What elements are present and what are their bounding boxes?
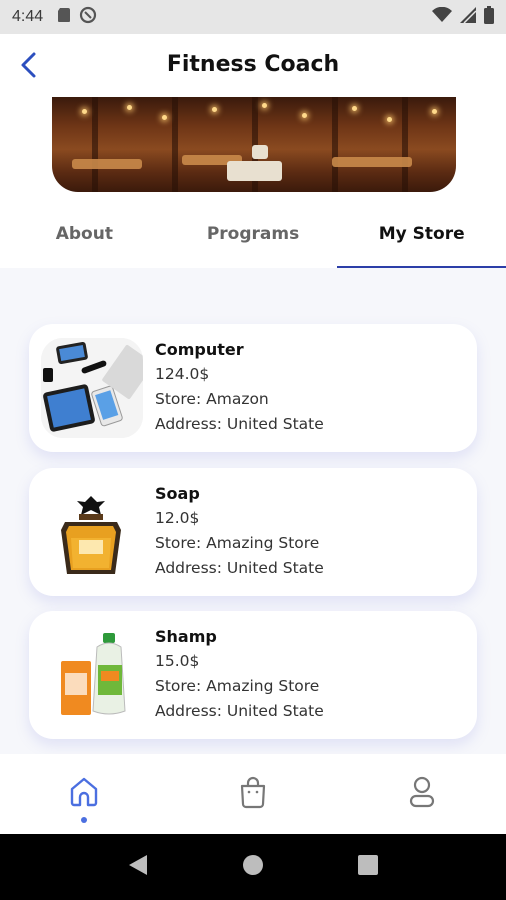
- system-back-button[interactable]: [118, 847, 158, 887]
- app-screen: 4:44 Fitness Coach About Programs My Sto…: [0, 0, 506, 900]
- nav-store[interactable]: [169, 754, 338, 834]
- system-recents-button[interactable]: [348, 847, 388, 887]
- product-info: Shamp 15.0$ Store: Amazing Store Address…: [155, 627, 324, 723]
- tab-programs[interactable]: Programs: [169, 200, 338, 268]
- product-info: Soap 12.0$ Store: Amazing Store Address:…: [155, 484, 324, 580]
- signal-icon: [460, 7, 477, 27]
- product-name: Soap: [155, 484, 200, 503]
- nav-profile[interactable]: [337, 754, 506, 834]
- status-right-icons: [432, 6, 494, 28]
- bottom-navigation: [0, 754, 506, 834]
- product-price: 124.0$: [155, 365, 210, 383]
- status-left-icons: [57, 6, 97, 28]
- product-store: Store: Amazing Store: [155, 677, 320, 695]
- data-saver-icon: [79, 6, 97, 28]
- product-info: Computer 124.0$ Store: Amazon Address: U…: [155, 340, 324, 436]
- page-title: Fitness Coach: [166, 52, 340, 77]
- tab-about[interactable]: About: [0, 200, 169, 268]
- app-header: Fitness Coach: [0, 34, 506, 98]
- product-card[interactable]: Soap 12.0$ Store: Amazing Store Address:…: [29, 468, 477, 596]
- tab-my-store[interactable]: My Store: [337, 200, 506, 268]
- product-price: 12.0$: [155, 509, 200, 527]
- product-address: Address: United State: [155, 702, 324, 720]
- system-home-button[interactable]: [233, 847, 273, 887]
- store-product-list: Computer 124.0$ Store: Amazon Address: U…: [0, 268, 506, 754]
- status-bar: 4:44: [0, 0, 506, 34]
- active-indicator-dot: [81, 817, 88, 823]
- devices-image: [41, 338, 143, 438]
- sd-card-icon: [57, 7, 71, 27]
- product-name: Shamp: [155, 627, 217, 646]
- product-card[interactable]: Computer 124.0$ Store: Amazon Address: U…: [29, 324, 477, 452]
- profile-icon: [408, 775, 436, 813]
- product-store: Store: Amazon: [155, 390, 269, 408]
- nav-home[interactable]: [0, 754, 169, 834]
- product-address: Address: United State: [155, 415, 324, 433]
- wifi-icon: [432, 6, 452, 27]
- battery-icon: [484, 6, 494, 28]
- home-circle-icon: [242, 854, 264, 880]
- home-icon: [67, 775, 101, 813]
- tab-bar: About Programs My Store: [0, 200, 506, 268]
- banner-image: [52, 97, 456, 192]
- product-card[interactable]: Shamp 15.0$ Store: Amazing Store Address…: [29, 611, 477, 739]
- perfume-bottle-image: [41, 482, 143, 582]
- status-time: 4:44: [12, 8, 44, 25]
- shopping-bag-icon: [237, 775, 269, 813]
- product-store: Store: Amazing Store: [155, 534, 320, 552]
- product-price: 15.0$: [155, 652, 200, 670]
- product-name: Computer: [155, 340, 244, 359]
- system-navigation-bar: [0, 834, 506, 900]
- back-triangle-icon: [127, 853, 149, 881]
- shampoo-bottle-image: [41, 625, 143, 725]
- product-address: Address: United State: [155, 559, 324, 577]
- recents-square-icon: [357, 854, 379, 880]
